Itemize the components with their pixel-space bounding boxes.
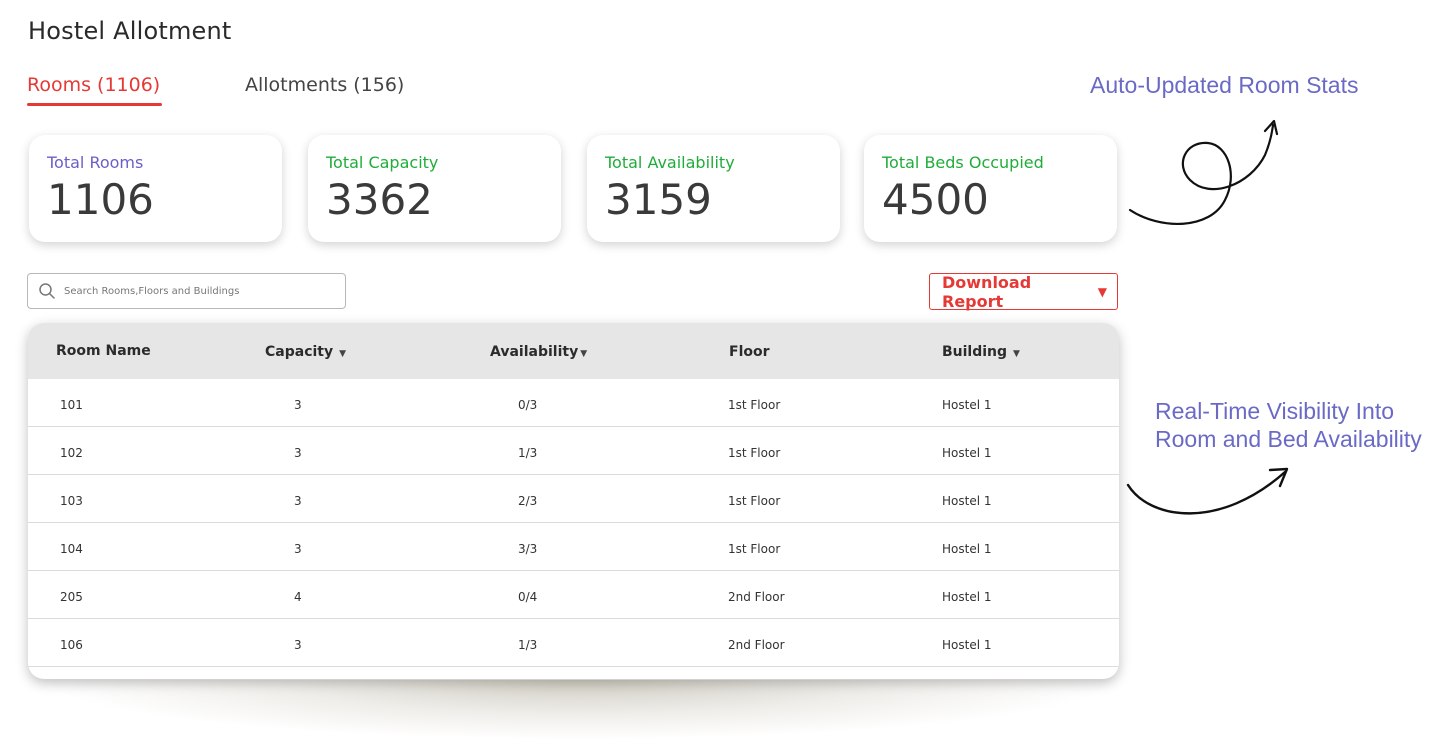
sort-caret-icon: ▼: [580, 349, 588, 359]
tab-rooms[interactable]: Rooms (1106): [27, 74, 163, 106]
cell-room-name: 103: [60, 494, 83, 508]
column-header-label: Capacity: [265, 344, 334, 360]
table-row[interactable]: 103 3 2/3 1st Floor Hostel 1: [28, 475, 1119, 523]
cell-availability: 0/3: [518, 398, 538, 412]
table-row[interactable]: 104 3 3/3 1st Floor Hostel 1: [28, 523, 1119, 571]
cell-floor: 1st Floor: [728, 542, 781, 556]
column-header-label: Room Name: [56, 343, 151, 359]
column-header-label: Availability: [490, 344, 579, 360]
column-header-building[interactable]: Building ▼: [942, 344, 1020, 360]
stat-card-total-rooms: Total Rooms 1106: [29, 135, 282, 242]
cell-floor: 1st Floor: [728, 494, 781, 508]
search-icon: [39, 283, 55, 299]
stat-card-total-availability: Total Availability 3159: [587, 135, 840, 242]
column-header-floor[interactable]: Floor: [729, 344, 770, 360]
cell-availability: 0/4: [518, 590, 538, 604]
cell-building: Hostel 1: [942, 446, 992, 460]
search-box[interactable]: [27, 273, 346, 309]
table-row[interactable]: 102 3 1/3 1st Floor Hostel 1: [28, 427, 1119, 475]
card-drop-shadow: [40, 680, 1120, 740]
stat-value: 3362: [326, 175, 433, 224]
table-row[interactable]: 205 4 0/4 2nd Floor Hostel 1: [28, 571, 1119, 619]
table-header: Room Name Capacity ▼ Availability ▼ Floor …: [28, 323, 1119, 379]
search-input[interactable]: [64, 285, 324, 297]
stat-label: Total Beds Occupied: [882, 153, 1044, 172]
stat-value: 3159: [605, 175, 712, 224]
cell-floor: 1st Floor: [728, 398, 781, 412]
stat-card-total-beds-occupied: Total Beds Occupied 4500: [864, 135, 1117, 242]
curved-arrow-icon: [1126, 467, 1289, 515]
cell-floor: 2nd Floor: [728, 590, 785, 604]
annotation-availability: Real-Time Visibility Into Room and Bed A…: [1155, 397, 1422, 453]
cell-availability: 3/3: [518, 542, 538, 556]
download-report-label: Download Report: [942, 272, 1032, 311]
cell-availability: 1/3: [518, 638, 538, 652]
cell-room-name: 101: [60, 398, 83, 412]
tab-allotments[interactable]: Allotments (156): [245, 74, 404, 96]
cell-capacity: 3: [294, 638, 302, 652]
cell-capacity: 3: [294, 446, 302, 460]
cell-room-name: 106: [60, 638, 83, 652]
cell-floor: 1st Floor: [728, 446, 781, 460]
stat-label: Total Availability: [605, 153, 735, 172]
stat-label: Total Rooms: [47, 153, 144, 172]
page-title: Hostel Allotment: [28, 17, 232, 45]
cell-floor: 2nd Floor: [728, 638, 785, 652]
download-report-button[interactable]: Download Report ▼: [929, 272, 1118, 311]
annotation-availability-line1: Real-Time Visibility Into: [1155, 398, 1395, 424]
rooms-table: Room Name Capacity ▼ Availability ▼ Floor …: [28, 323, 1119, 679]
column-header-label: Floor: [729, 344, 770, 360]
cell-capacity: 4: [294, 590, 302, 604]
sort-caret-icon: ▼: [1013, 349, 1020, 359]
cell-building: Hostel 1: [942, 494, 992, 508]
stat-card-total-capacity: Total Capacity 3362: [308, 135, 561, 242]
cell-building: Hostel 1: [942, 542, 992, 556]
cell-availability: 2/3: [518, 494, 538, 508]
column-header-capacity[interactable]: Capacity ▼: [265, 344, 346, 360]
stat-value: 4500: [882, 175, 989, 224]
cell-building: Hostel 1: [942, 638, 992, 652]
table-row[interactable]: 101 3 0/3 1st Floor Hostel 1: [28, 379, 1119, 427]
cell-capacity: 3: [294, 494, 302, 508]
stat-label: Total Capacity: [326, 153, 439, 172]
caret-down-icon: ▼: [1097, 284, 1107, 299]
annotation-availability-line2: Room and Bed Availability: [1155, 426, 1422, 452]
cell-room-name: 104: [60, 542, 83, 556]
loop-arrow-icon: [1128, 119, 1279, 226]
cell-capacity: 3: [294, 398, 302, 412]
cell-capacity: 3: [294, 542, 302, 556]
cell-availability: 1/3: [518, 446, 538, 460]
annotation-room-stats: Auto-Updated Room Stats: [1090, 72, 1359, 98]
cell-building: Hostel 1: [942, 590, 992, 604]
sort-caret-icon: ▼: [339, 349, 347, 359]
cell-room-name: 205: [60, 590, 83, 604]
stat-value: 1106: [47, 175, 154, 224]
cell-room-name: 102: [60, 446, 83, 460]
column-header-room-name[interactable]: Room Name: [56, 343, 151, 359]
column-header-availability[interactable]: Availability ▼: [490, 344, 587, 360]
table-row[interactable]: 106 3 1/3 2nd Floor Hostel 1: [28, 619, 1119, 667]
cell-building: Hostel 1: [942, 398, 992, 412]
column-header-label: Building: [942, 344, 1008, 360]
